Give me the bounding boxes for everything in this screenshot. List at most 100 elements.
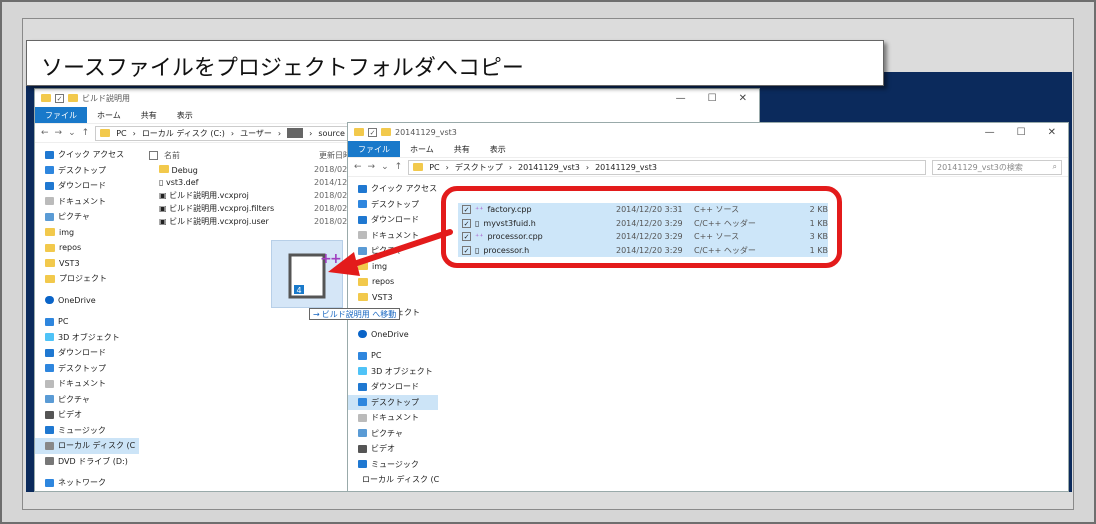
sidebar-item[interactable]: ビデオ (348, 441, 438, 457)
close-button[interactable]: ✕ (1048, 127, 1056, 138)
desktop-icon (45, 166, 54, 175)
folder-icon (159, 164, 169, 173)
folder-icon (100, 129, 111, 137)
sidebar-item[interactable]: ローカル ディスク (C (35, 438, 139, 454)
sidebar-item[interactable]: OneDrive (35, 293, 139, 309)
sidebar-item[interactable]: デスクトップ (35, 361, 139, 377)
tab-share[interactable]: 共有 (444, 142, 480, 157)
cloud-icon (358, 330, 367, 339)
sidebar-item[interactable]: ダウンロード (35, 345, 139, 361)
picture-icon (45, 395, 54, 404)
close-button[interactable]: ✕ (739, 93, 747, 104)
sidebar-item[interactable]: ピクチャ (348, 426, 438, 442)
minimize-button[interactable]: — (676, 93, 686, 104)
drag-arrow (328, 229, 453, 276)
sidebar-item[interactable]: 3D オブジェクト (35, 330, 139, 346)
sidebar-item[interactable]: ダウンロード (35, 178, 139, 194)
sidebar-item[interactable]: ドキュメント (35, 194, 139, 210)
breadcrumb-desktop[interactable]: デスクトップ (455, 162, 503, 173)
explorer-window-source: ✓ 20141129_vst3 — ☐ ✕ ファイル ホーム 共有 表示 ← →… (347, 122, 1069, 492)
sidebar-item[interactable]: プロジェクト (35, 271, 139, 287)
sidebar-item[interactable]: OneDrive (348, 327, 438, 343)
folder-icon (354, 128, 364, 136)
music-icon (358, 460, 367, 469)
sidebar-item[interactable]: クイック アクセス (35, 147, 139, 163)
maximize-button[interactable]: ☐ (708, 93, 717, 104)
tab-share[interactable]: 共有 (131, 108, 167, 123)
drive-icon (45, 441, 54, 450)
breadcrumb-users[interactable]: ユーザー (240, 128, 272, 139)
sidebar-item[interactable]: ドキュメント (35, 376, 139, 392)
sidebar-item[interactable]: VST3 (35, 256, 139, 272)
sidebar-item[interactable]: ダウンロード (348, 379, 438, 395)
document-icon (45, 379, 54, 388)
sidebar-item[interactable]: VST3 (348, 290, 438, 306)
tab-home[interactable]: ホーム (87, 108, 131, 123)
breadcrumb-source[interactable]: source (318, 129, 345, 138)
maximize-button[interactable]: ☐ (1017, 127, 1026, 138)
chevron-down-icon[interactable]: ⌄ (68, 128, 76, 138)
up-icon[interactable]: ↑ (395, 162, 403, 172)
folder-icon (45, 243, 55, 252)
chevron-down-icon[interactable]: ⌄ (381, 162, 389, 172)
sidebar-item[interactable]: ドキュメント (348, 410, 438, 426)
breadcrumb-pc[interactable]: PC (116, 129, 126, 138)
sidebar-item[interactable]: PC (35, 314, 139, 330)
document-icon (358, 413, 367, 422)
forward-icon[interactable]: → (55, 128, 63, 138)
network-icon (45, 478, 54, 487)
up-icon[interactable]: ↑ (82, 128, 90, 138)
dvd-icon (45, 457, 54, 466)
tab-home[interactable]: ホーム (400, 142, 444, 157)
breadcrumb-pc[interactable]: PC (429, 163, 439, 172)
pc-icon (358, 351, 367, 360)
sidebar-item[interactable]: DVD ドライブ (D:) (35, 454, 139, 470)
folder-icon (358, 293, 368, 302)
sidebar-item[interactable]: 3D オブジェクト (348, 364, 438, 380)
sidebar-item[interactable]: ネットワーク (35, 475, 139, 491)
search-icon: ⌕ (1052, 162, 1057, 171)
select-all-checkbox[interactable] (149, 150, 158, 160)
ribbon-tabs: ファイル ホーム 共有 表示 (35, 107, 759, 123)
sidebar-item[interactable]: ミュージック (348, 457, 438, 473)
music-icon (45, 426, 54, 435)
desktop-icon (45, 364, 54, 373)
video-icon (358, 444, 367, 453)
titlebar: ✓ 20141129_vst3 — ☐ ✕ (348, 123, 1068, 141)
slide-title-box: ソースファイルをプロジェクトフォルダへコピー (26, 40, 884, 86)
tab-view[interactable]: 表示 (480, 142, 516, 157)
sidebar-item[interactable]: デスクトップ (348, 394, 438, 410)
forward-icon[interactable]: → (368, 162, 376, 172)
minimize-button[interactable]: — (985, 127, 995, 138)
back-icon[interactable]: ← (354, 162, 362, 172)
breadcrumb-subfolder[interactable]: 20141129_vst3 (595, 163, 657, 172)
address-bar[interactable]: PC › デスクトップ › 20141129_vst3 › 20141129_vst3 (408, 159, 926, 175)
tab-view[interactable]: 表示 (167, 108, 203, 123)
picture-icon (358, 429, 367, 438)
search-input[interactable]: 20141129_vst3の検索 ⌕ (932, 159, 1062, 175)
document-icon (45, 197, 54, 206)
col-name[interactable]: 名前 (164, 150, 319, 161)
quick-check-icon[interactable]: ✓ (55, 93, 64, 103)
sidebar-item[interactable]: ピクチャ (35, 209, 139, 225)
sidebar-item[interactable]: ローカル ディスク (C (348, 472, 439, 488)
sidebar-item[interactable]: デスクトップ (35, 163, 139, 179)
quick-check-icon[interactable]: ✓ (368, 127, 377, 137)
sidebar-item[interactable]: ミュージック (35, 423, 139, 439)
back-icon[interactable]: ← (41, 128, 49, 138)
breadcrumb-c-drive[interactable]: ローカル ディスク (C:) (142, 128, 225, 139)
sidebar-item[interactable]: PC (348, 348, 438, 364)
breadcrumb-folder[interactable]: 20141129_vst3 (518, 163, 580, 172)
drag-count-badge: 4 (296, 286, 301, 295)
tab-file[interactable]: ファイル (348, 141, 400, 157)
folder-icon (413, 163, 424, 171)
sidebar-item[interactable]: クイック アクセス (348, 181, 438, 197)
star-icon (45, 150, 54, 159)
sidebar-item[interactable]: ピクチャ (35, 392, 139, 408)
window-title: 20141129_vst3 (395, 127, 457, 137)
sidebar-item[interactable]: img (35, 225, 139, 241)
sidebar-item[interactable]: ビデオ (35, 407, 139, 423)
tab-file[interactable]: ファイル (35, 107, 87, 123)
titlebar: ✓ ビルド説明用 — ☐ ✕ (35, 89, 759, 107)
sidebar-item[interactable]: repos (35, 240, 139, 256)
